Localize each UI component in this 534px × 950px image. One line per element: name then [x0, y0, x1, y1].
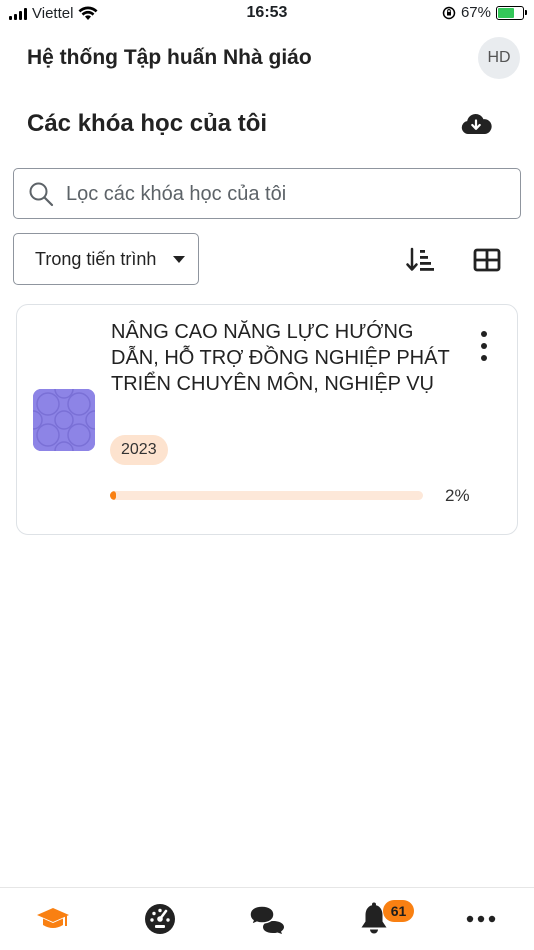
status-right: 67%	[442, 4, 527, 21]
app-title: Hệ thống Tập huấn Nhà giáo	[27, 46, 312, 69]
dashboard-gauge-icon	[145, 904, 175, 934]
course-image[interactable]	[33, 389, 95, 451]
course-card[interactable]: NÂNG CAO NĂNG LỰC HƯỚNG DẪN, HỖ TRỢ ĐỒNG…	[16, 304, 518, 535]
search-input[interactable]	[66, 177, 506, 211]
course-options-button[interactable]	[479, 331, 489, 361]
tab-dashboard[interactable]	[140, 902, 180, 936]
notifications-count-badge: 61	[383, 900, 414, 922]
course-pattern-image	[33, 389, 95, 451]
chat-bubbles-icon	[249, 905, 284, 934]
page-title: Các khóa học của tôi	[27, 110, 268, 137]
battery-percent: 67%	[460, 4, 491, 21]
kebab-dot	[481, 331, 487, 337]
course-progress-text: 2%	[445, 486, 470, 505]
course-progress-fill	[110, 491, 117, 500]
app-header: Hệ thống Tập huấn Nhà giáo HD	[0, 36, 534, 82]
avatar[interactable]: HD	[478, 37, 520, 79]
bottom-tab-bar: 61	[0, 887, 534, 950]
grid-icon	[473, 248, 501, 272]
course-name[interactable]: NÂNG CAO NĂNG LỰC HƯỚNG DẪN, HỖ TRỢ ĐỒNG…	[111, 319, 451, 397]
download-courses-button[interactable]	[458, 108, 494, 140]
sort-icon	[406, 247, 434, 271]
battery-icon	[496, 5, 527, 20]
search-icon	[29, 182, 54, 207]
course-filter-label: Trong tiến trình	[35, 248, 157, 269]
graduation-cap-icon	[37, 908, 69, 928]
grid-view-button[interactable]	[472, 245, 502, 275]
kebab-dot	[481, 343, 487, 349]
caret-down-icon	[173, 256, 185, 263]
course-category-badge: 2023	[110, 435, 168, 465]
status-bar: Viettel 16:53 67%	[0, 0, 534, 28]
more-dots-icon	[466, 915, 496, 923]
course-filter-select[interactable]: Trong tiến trình	[13, 233, 199, 285]
search-box	[13, 168, 521, 219]
sort-button[interactable]	[404, 245, 436, 275]
orientation-lock-icon	[442, 6, 456, 19]
course-progress-bar	[110, 491, 423, 500]
tab-my-courses[interactable]	[33, 902, 73, 936]
cloud-download-icon	[461, 114, 492, 134]
tab-more[interactable]	[461, 902, 501, 936]
tab-messages[interactable]	[247, 902, 287, 936]
kebab-dot	[481, 355, 487, 361]
